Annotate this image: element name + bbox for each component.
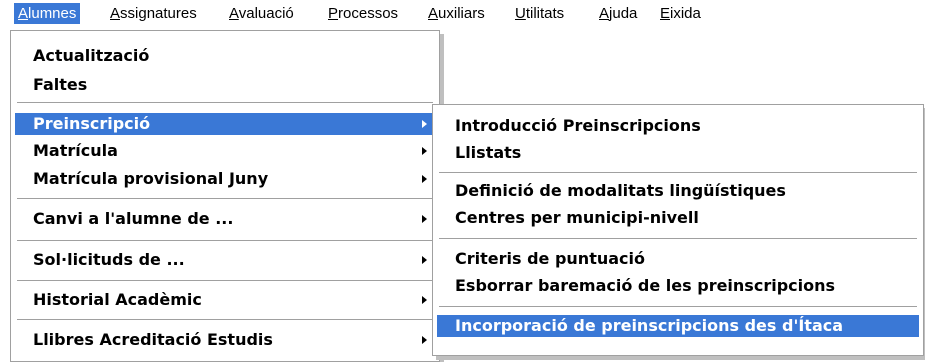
menu-item-canvi-alumne[interactable]: Canvi a l'alumne de ... (15, 208, 435, 230)
submenu-arrow-icon (422, 215, 427, 223)
menu-item-label: Historial Acadèmic (33, 290, 202, 309)
menu-alumnes-label: lumnes (28, 5, 77, 22)
menu-item-label: Llistats (455, 143, 522, 162)
submenu-arrow-icon (422, 296, 427, 304)
menu-auxiliars-label: uxiliars (438, 5, 485, 22)
menu-item-actualitzacio[interactable]: Actualització (15, 45, 435, 67)
menu-item-centres-municipi[interactable]: Centres per municipi-nivell (437, 207, 919, 229)
menu-separator (17, 198, 433, 200)
menu-item-label: Canvi a l'alumne de ... (33, 209, 234, 228)
menu-item-label: Preinscripció (33, 114, 151, 133)
menu-utilitats-mnemonic: U (515, 5, 526, 22)
menu-alumnes[interactable]: Alumnes (14, 3, 81, 24)
menu-avaluacio-label: valuació (238, 5, 294, 22)
menu-separator (439, 172, 917, 174)
menu-eixida-label: ixida (670, 5, 701, 22)
submenu-arrow-icon (422, 120, 427, 128)
menu-item-llibres-acreditacio[interactable]: Llibres Acreditació Estudis (15, 329, 435, 351)
menu-item-criteris-puntuacio[interactable]: Criteris de puntuació (437, 248, 919, 270)
menu-item-label: Faltes (33, 75, 88, 94)
menu-item-label: Actualització (33, 46, 150, 65)
alumnes-dropdown: Actualització Faltes Preinscripció Matrí… (10, 30, 440, 362)
menu-item-esborrar-baremacio[interactable]: Esborrar baremació de les preinscripcion… (437, 275, 919, 297)
menu-item-historial-academic[interactable]: Historial Acadèmic (15, 289, 435, 311)
menu-item-label: Matrícula (33, 141, 118, 160)
menu-processos-label: rocessos (338, 5, 399, 22)
menu-item-matricula[interactable]: Matrícula (15, 140, 435, 162)
menu-separator (17, 240, 433, 242)
menu-separator (439, 306, 917, 308)
submenu-arrow-icon (422, 256, 427, 264)
menu-item-label: Definició de modalitats lingüístiques (455, 181, 786, 200)
menu-assignatures-mnemonic: A (110, 5, 121, 22)
preinscripcio-submenu: Introducció Preinscripcions Llistats Def… (432, 104, 924, 356)
menu-item-matricula-provisional-juny[interactable]: Matrícula provisional Juny (15, 168, 435, 190)
submenu-arrow-icon (422, 147, 427, 155)
menu-avaluacio-mnemonic: A (229, 5, 239, 22)
menu-item-label: Incorporació de preinscripcions des d'Ít… (455, 316, 844, 335)
menu-item-label: Centres per municipi-nivell (455, 208, 699, 227)
menu-separator (17, 102, 433, 104)
menu-separator (17, 319, 433, 321)
menu-item-label: Esborrar baremació de les preinscripcion… (455, 276, 836, 295)
menu-processos-mnemonic: P (328, 5, 339, 22)
menu-item-label: Sol·licituds de ... (33, 250, 185, 269)
menu-utilitats[interactable]: Utilitats (511, 3, 568, 24)
menu-item-introduccio-preinscripcions[interactable]: Introducció Preinscripcions (437, 115, 919, 137)
menu-ajuda-mnemonic: A (599, 5, 610, 22)
menu-eixida[interactable]: Eixida (656, 3, 705, 24)
menu-item-label: Introducció Preinscripcions (455, 116, 701, 135)
menu-item-llistats[interactable]: Llistats (437, 142, 919, 164)
menu-ajuda-label: juda (609, 5, 638, 22)
menu-item-definicio-modalitats[interactable]: Definició de modalitats lingüístiques (437, 180, 919, 202)
menu-item-preinscripcio[interactable]: Preinscripció (15, 113, 435, 135)
menu-auxiliars-mnemonic: A (428, 5, 439, 22)
menu-assignatures-label: ssignatures (120, 5, 197, 22)
menu-utilitats-label: tilitats (525, 5, 565, 22)
menu-item-label: Matrícula provisional Juny (33, 169, 269, 188)
menu-avaluacio[interactable]: Avaluació (225, 3, 298, 24)
menu-item-sollicituds[interactable]: Sol·licituds de ... (15, 249, 435, 271)
menu-item-faltes[interactable]: Faltes (15, 74, 435, 96)
menu-separator (439, 238, 917, 240)
menu-bar: Alumnes Assignatures Avaluació Processos… (0, 0, 925, 26)
menu-eixida-mnemonic: E (660, 5, 671, 22)
submenu-arrow-icon (422, 175, 427, 183)
menu-ajuda[interactable]: Ajuda (595, 3, 641, 24)
menu-item-incorporacio-itaca[interactable]: Incorporació de preinscripcions des d'Ít… (437, 315, 919, 337)
menu-auxiliars[interactable]: Auxiliars (424, 3, 489, 24)
menu-item-label: Llibres Acreditació Estudis (33, 330, 273, 349)
menu-item-label: Criteris de puntuació (455, 249, 645, 268)
menu-alumnes-mnemonic: A (18, 5, 29, 22)
menu-processos[interactable]: Processos (324, 3, 402, 24)
menu-assignatures[interactable]: Assignatures (106, 3, 201, 24)
menu-separator (17, 280, 433, 282)
